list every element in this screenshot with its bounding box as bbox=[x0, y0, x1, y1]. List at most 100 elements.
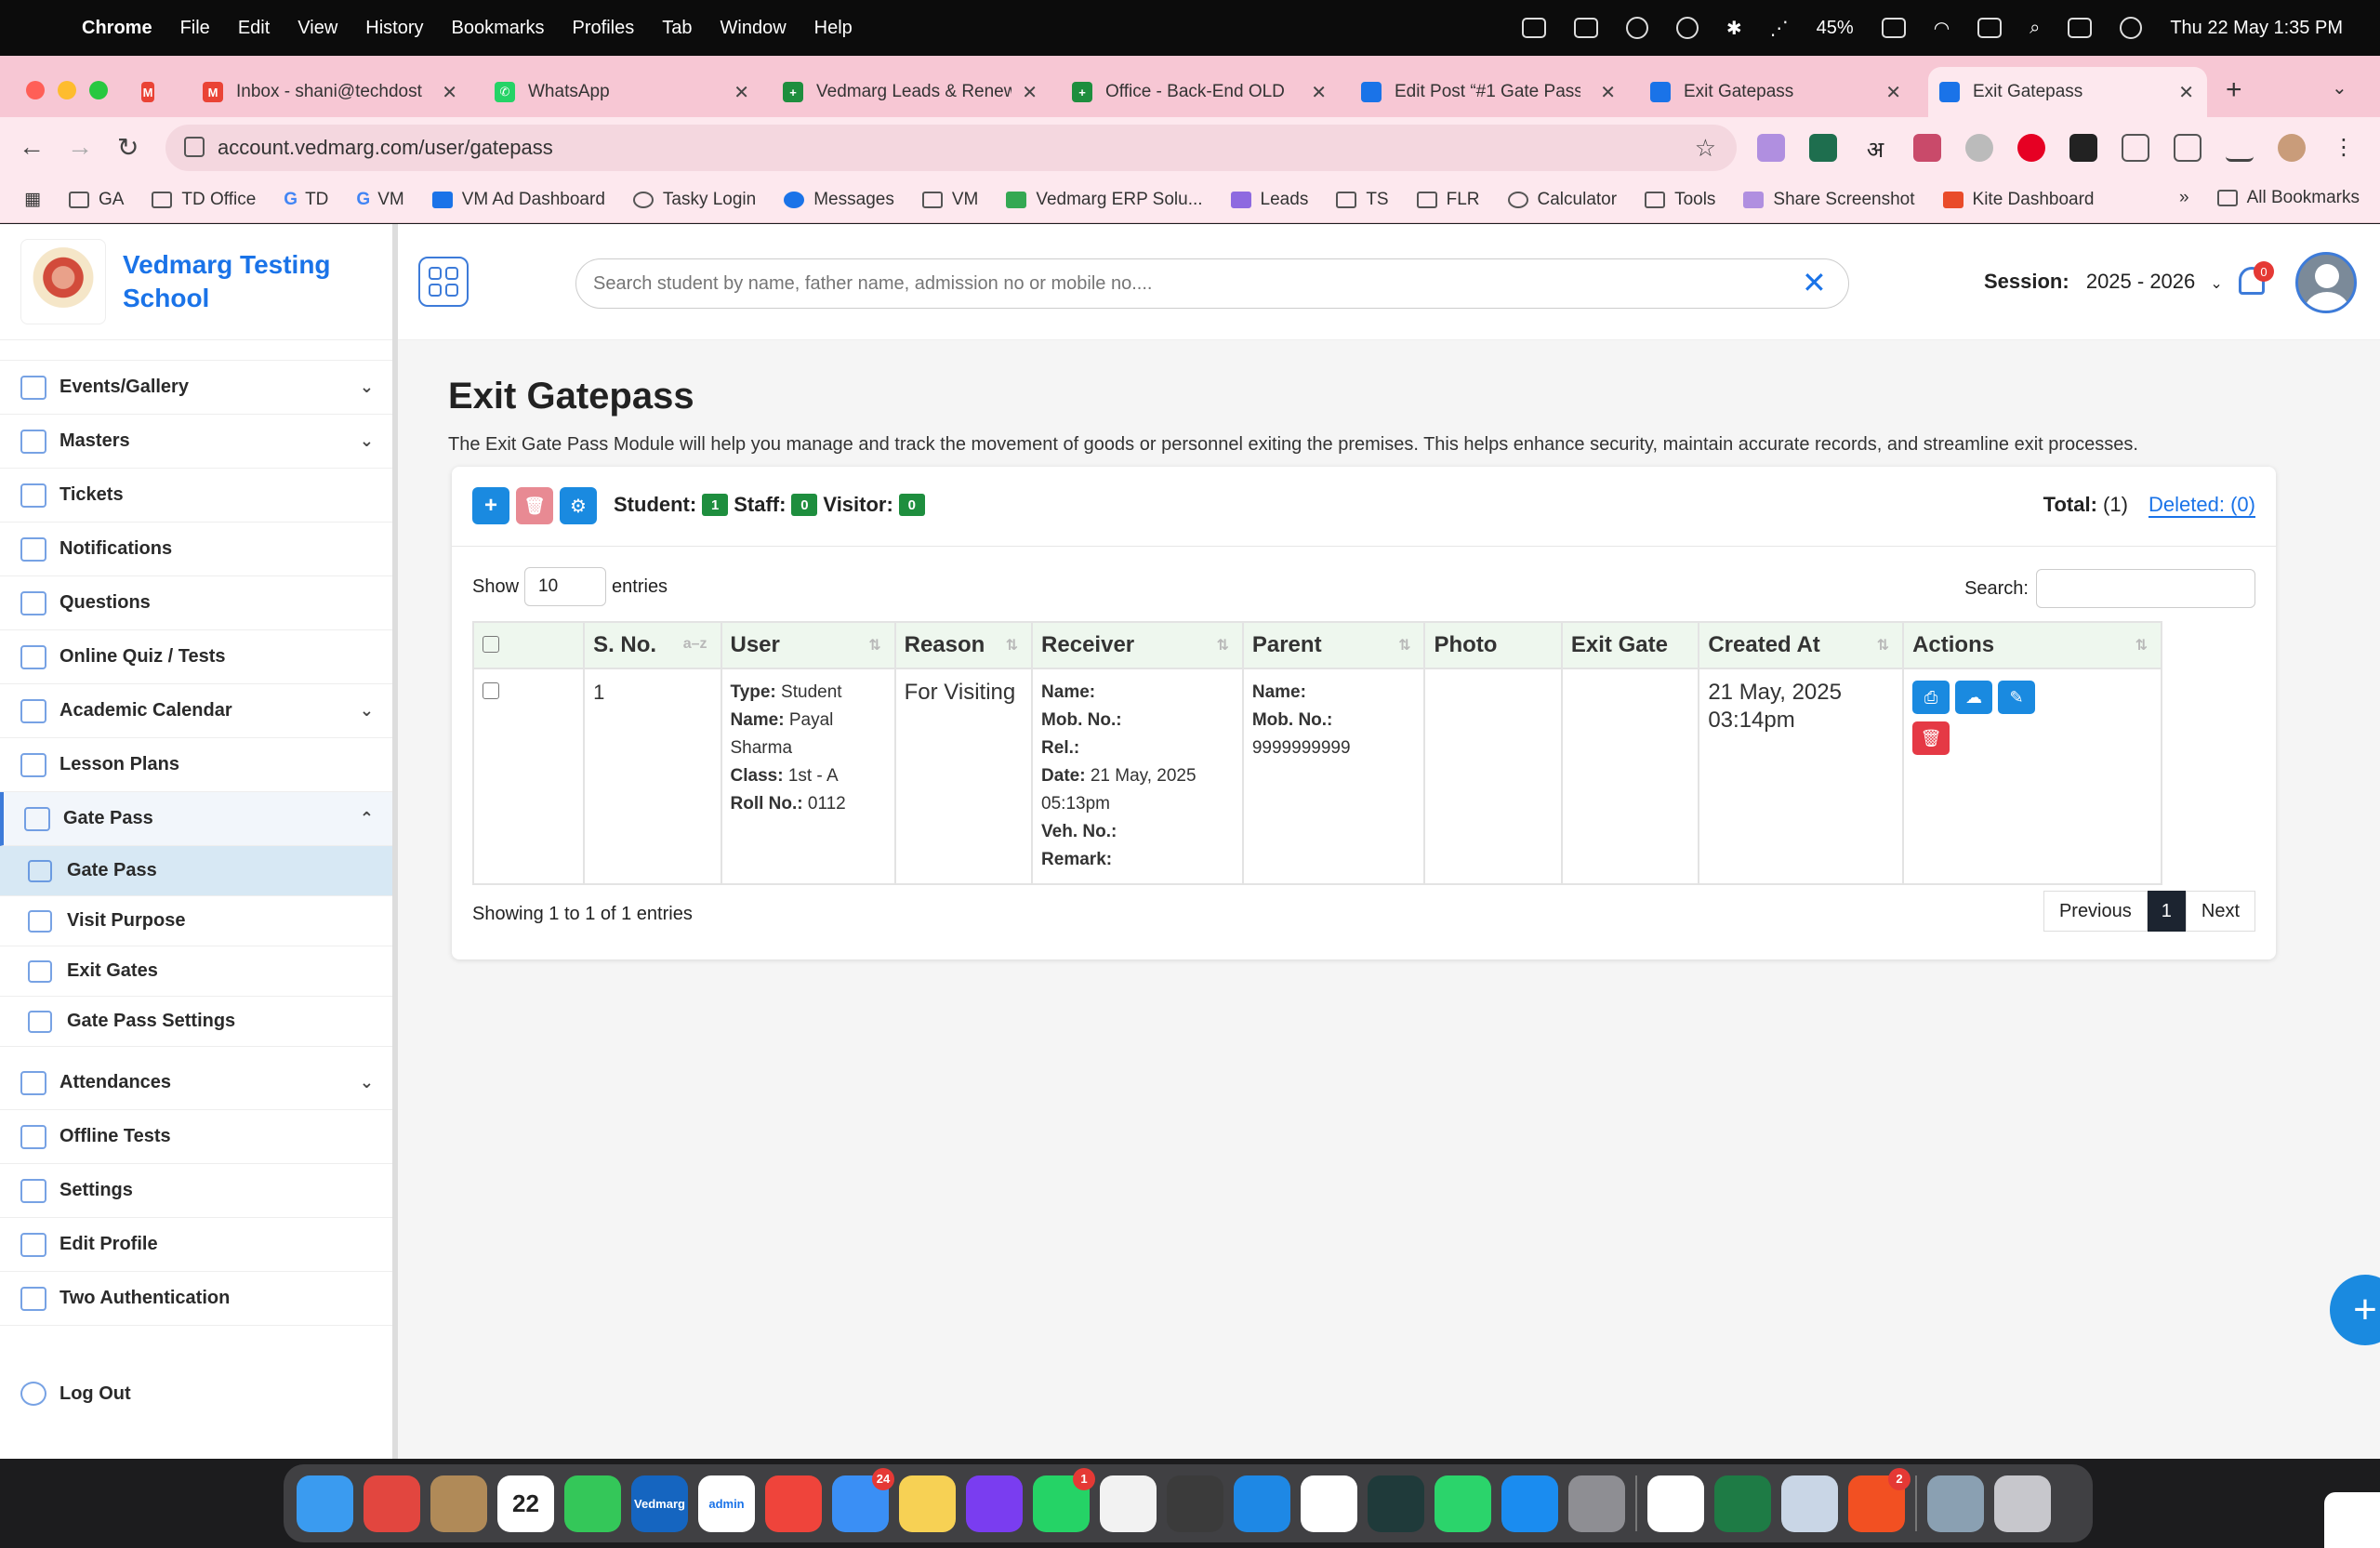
cloud-icon[interactable] bbox=[1573, 18, 1598, 38]
sidebar-item-events-gallery[interactable]: Events/Gallery ⌄ bbox=[0, 361, 392, 415]
bookmarks-overflow-icon[interactable]: » bbox=[2179, 188, 2189, 208]
filmora-icon[interactable] bbox=[1368, 1475, 1424, 1532]
vedmarg-icon[interactable]: Vedmarg bbox=[631, 1475, 688, 1532]
sidebar-item-edit-profile[interactable]: Edit Profile bbox=[0, 1218, 392, 1272]
sync-icon[interactable] bbox=[1625, 17, 1648, 39]
column-receiver[interactable]: Receiver ⇅ bbox=[1031, 621, 1244, 669]
column-parent[interactable]: Parent ⇅ bbox=[1241, 621, 1426, 669]
sort-icon[interactable]: a–z bbox=[683, 636, 707, 653]
menu-file[interactable]: File bbox=[180, 18, 210, 39]
opera-icon[interactable] bbox=[1301, 1475, 1357, 1532]
adblock-extension-icon[interactable] bbox=[1965, 134, 1993, 162]
bookmark-tools[interactable]: Tools bbox=[1645, 190, 1715, 210]
close-tab-icon[interactable]: ✕ bbox=[1600, 81, 1616, 104]
sidebar-item-gate-pass[interactable]: Gate Pass ⌃ bbox=[0, 792, 392, 846]
sidebar-item-masters[interactable]: Masters ⌄ bbox=[0, 415, 392, 469]
battery-icon[interactable] bbox=[1881, 18, 1906, 38]
menu-window[interactable]: Window bbox=[721, 18, 787, 39]
column-exit-gate[interactable]: Exit Gate bbox=[1560, 621, 1700, 669]
zoom-window-icon[interactable] bbox=[89, 81, 108, 99]
site-info-icon[interactable] bbox=[184, 137, 205, 157]
column-reason[interactable]: Reason ⇅ bbox=[893, 621, 1034, 669]
upload-button[interactable]: ☁ bbox=[1955, 681, 1993, 714]
chrome-menu-icon[interactable]: ⋮ bbox=[2330, 134, 2358, 162]
apps-grid-button[interactable] bbox=[418, 257, 469, 307]
control-center-icon[interactable] bbox=[2068, 18, 2093, 38]
sort-icon[interactable]: ⇅ bbox=[868, 636, 880, 655]
sidebar-item-online-quiz[interactable]: Online Quiz / Tests bbox=[0, 630, 392, 684]
settings-gear-button[interactable]: ⚙ bbox=[560, 487, 597, 524]
bookmark-leads[interactable]: Leads bbox=[1230, 190, 1308, 210]
print-button[interactable]: ⎙ bbox=[1912, 681, 1950, 714]
sidebar-item-lesson-plans[interactable]: Lesson Plans bbox=[0, 738, 392, 792]
facetime-icon[interactable] bbox=[564, 1475, 621, 1532]
bookmark-ts[interactable]: TS bbox=[1336, 190, 1389, 210]
menu-tab[interactable]: Tab bbox=[662, 18, 692, 39]
column-photo[interactable]: Photo bbox=[1423, 621, 1563, 669]
sidebar-item-tickets[interactable]: Tickets bbox=[0, 469, 392, 523]
sort-icon[interactable]: ⇅ bbox=[2135, 636, 2148, 655]
sidebar-item-academic-calendar[interactable]: Academic Calendar ⌄ bbox=[0, 684, 392, 738]
tab-exit-gatepass-active[interactable]: Exit Gatepass ✕ bbox=[1928, 67, 2207, 117]
menu-history[interactable]: History bbox=[365, 18, 423, 39]
column-actions[interactable]: Actions ⇅ bbox=[1902, 621, 2162, 669]
bookmark-td-office[interactable]: TD Office bbox=[152, 190, 256, 210]
close-tab-icon[interactable]: ✕ bbox=[442, 81, 457, 104]
contacts-icon[interactable] bbox=[430, 1475, 487, 1532]
preview-icon[interactable] bbox=[1781, 1475, 1838, 1532]
sort-icon[interactable]: ⇅ bbox=[1006, 636, 1018, 655]
anydesk-icon[interactable] bbox=[765, 1475, 822, 1532]
tab-inbox[interactable]: M Inbox - shani@techdost ✕ bbox=[192, 67, 470, 117]
bookmark-ga[interactable]: GA bbox=[68, 190, 124, 210]
trash-icon[interactable] bbox=[1994, 1475, 2051, 1532]
bookmark-star-icon[interactable]: ☆ bbox=[1695, 134, 1716, 163]
siri-icon[interactable] bbox=[2120, 17, 2143, 39]
menu-edit[interactable]: Edit bbox=[238, 18, 270, 39]
bluetooth-icon[interactable]: ✱ bbox=[1726, 17, 1742, 40]
sort-icon[interactable]: ⇅ bbox=[1398, 636, 1410, 655]
sidebar-item-settings[interactable]: Settings bbox=[0, 1164, 392, 1218]
deleted-link[interactable]: Deleted: (0) bbox=[2149, 493, 2255, 518]
vedmarg-admin-icon[interactable]: admin bbox=[698, 1475, 755, 1532]
menu-help[interactable]: Help bbox=[814, 18, 853, 39]
table-search-input[interactable] bbox=[2036, 569, 2255, 608]
profile-avatar-icon[interactable] bbox=[2278, 134, 2306, 162]
sidebar-item-offline-tests[interactable]: Offline Tests bbox=[0, 1110, 392, 1164]
pen-extension-icon[interactable] bbox=[1757, 134, 1785, 162]
excel-icon[interactable] bbox=[1714, 1475, 1771, 1532]
pinterest-extension-icon[interactable] bbox=[2017, 134, 2045, 162]
wifi-icon[interactable]: ◠ bbox=[1934, 17, 1950, 40]
bookmark-vm-folder[interactable]: VM bbox=[921, 190, 978, 210]
edit-button[interactable]: ✎ bbox=[1998, 681, 2036, 714]
tab-whatsapp[interactable]: ✆ WhatsApp ✕ bbox=[483, 67, 762, 117]
finder-icon[interactable] bbox=[297, 1475, 353, 1532]
delete-selected-button[interactable]: 🗑 bbox=[516, 487, 553, 524]
spotlight-icon[interactable]: ⌕ bbox=[2030, 18, 2040, 39]
floating-add-button[interactable]: + bbox=[2330, 1275, 2380, 1345]
activity-icon[interactable]: ⋰ bbox=[1770, 17, 1789, 40]
firefox-icon[interactable] bbox=[966, 1475, 1023, 1532]
bookmark-tasky-login[interactable]: Tasky Login bbox=[632, 190, 756, 210]
new-tab-icon[interactable]: + bbox=[2226, 74, 2242, 106]
app-store-icon[interactable] bbox=[1501, 1475, 1558, 1532]
menubar-clock[interactable]: Thu 22 May 1:35 PM bbox=[2170, 18, 2343, 39]
select-all-checkbox[interactable] bbox=[483, 635, 499, 653]
tab-office-backend[interactable]: + Office - Back-End OLD ✕ bbox=[1061, 67, 1340, 117]
reload-icon[interactable]: ↻ bbox=[117, 132, 139, 163]
office-icon[interactable]: 2 bbox=[1848, 1467, 1911, 1532]
user-avatar[interactable] bbox=[2295, 252, 2357, 313]
close-tab-icon[interactable]: ✕ bbox=[2178, 81, 2194, 104]
sidebar-item-attendances[interactable]: Attendances ⌄ bbox=[0, 1056, 392, 1110]
calendar-icon[interactable]: 22 bbox=[497, 1475, 554, 1532]
sidebar-subitem-gate-pass-settings[interactable]: Gate Pass Settings bbox=[0, 997, 392, 1047]
bookmark-td[interactable]: G TD bbox=[284, 190, 328, 210]
sidebar-subitem-visit-purpose[interactable]: Visit Purpose bbox=[0, 896, 392, 946]
column-created-at[interactable]: Created At ⇅ bbox=[1698, 621, 1905, 669]
bookmark-share-screenshot[interactable]: Share Screenshot bbox=[1743, 190, 1915, 210]
bookmark-messages[interactable]: Messages bbox=[784, 190, 894, 210]
chrome-icon[interactable] bbox=[1100, 1475, 1157, 1532]
column-user[interactable]: User ⇅ bbox=[720, 621, 896, 669]
bookmark-flr[interactable]: FLR bbox=[1416, 190, 1480, 210]
minimize-window-icon[interactable] bbox=[58, 81, 76, 99]
entries-select[interactable]: 10 bbox=[524, 567, 607, 606]
